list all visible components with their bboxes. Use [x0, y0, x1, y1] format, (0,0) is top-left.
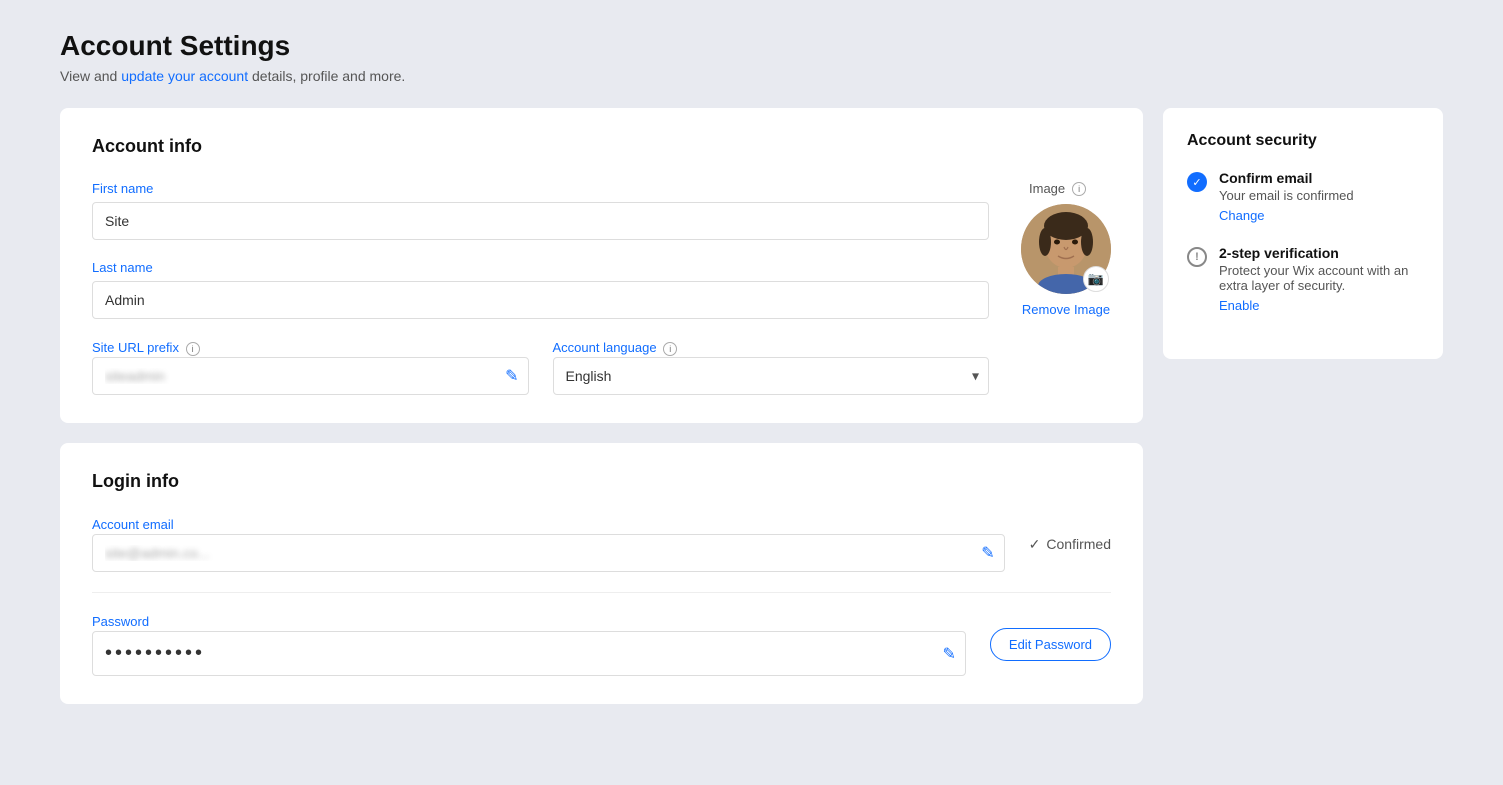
account-security-title: Account security	[1187, 132, 1419, 150]
password-field-group: Password ✎	[92, 613, 966, 676]
camera-icon: 📷	[1088, 271, 1104, 287]
image-section: Image i	[1021, 181, 1111, 317]
account-language-select[interactable]: English	[553, 357, 990, 395]
site-url-group: Site URL prefix i ✎	[92, 339, 529, 395]
first-name-input-wrapper	[92, 202, 989, 240]
last-name-label: Last name	[92, 260, 989, 275]
confirm-email-change-link[interactable]: Change	[1219, 208, 1265, 223]
email-input-wrapper: ✎	[92, 534, 1005, 572]
confirm-email-desc: Your email is confirmed	[1219, 188, 1354, 203]
first-name-label: First name	[92, 181, 989, 196]
confirm-email-item: ✓ Confirm email Your email is confirmed …	[1187, 170, 1419, 225]
last-name-group: Last name	[92, 260, 989, 319]
two-step-content: 2-step verification Protect your Wix acc…	[1219, 245, 1419, 315]
two-step-item: ! 2-step verification Protect your Wix a…	[1187, 245, 1419, 315]
site-url-info-icon: i	[186, 342, 200, 356]
login-form-section: Account email ✎ ✓ Confirmed Password	[92, 516, 1111, 676]
site-url-edit-icon[interactable]: ✎	[505, 366, 518, 386]
image-label-row: Image i	[1029, 181, 1086, 196]
email-field-group: Account email ✎	[92, 516, 1005, 572]
account-info-card: Account info First name Last name	[60, 108, 1143, 423]
avatar-wrapper: 📷	[1021, 204, 1111, 294]
page-title: Account Settings	[60, 30, 1443, 62]
account-language-group: Account language i English ▾	[553, 339, 990, 395]
email-edit-icon[interactable]: ✎	[981, 543, 994, 563]
confirmed-check-icon: ✓	[1029, 536, 1041, 553]
subtitle-link[interactable]: update your account	[121, 68, 248, 84]
two-step-desc: Protect your Wix account with an extra l…	[1219, 263, 1419, 293]
account-info-grid: First name Last name	[92, 181, 1111, 395]
url-language-row: Site URL prefix i ✎ Account language	[92, 339, 989, 395]
two-step-title: 2-step verification	[1219, 245, 1419, 261]
account-security-card: Account security ✓ Confirm email Your em…	[1163, 108, 1443, 359]
remove-image-link[interactable]: Remove Image	[1022, 302, 1110, 317]
login-info-card: Login info Account email ✎ ✓ Confirmed	[60, 443, 1143, 704]
password-row: Password ✎ Edit Password	[92, 613, 1111, 676]
site-url-label: Site URL prefix i	[92, 340, 200, 355]
email-row: Account email ✎ ✓ Confirmed	[92, 516, 1111, 593]
main-column: Account info First name Last name	[60, 108, 1143, 704]
account-language-info-icon: i	[663, 342, 677, 356]
first-name-input[interactable]	[92, 202, 989, 240]
password-edit-icon[interactable]: ✎	[943, 644, 956, 664]
page-subtitle: View and update your account details, pr…	[60, 68, 1443, 84]
two-step-warn-icon: !	[1187, 247, 1207, 267]
password-label: Password	[92, 614, 149, 629]
email-label: Account email	[92, 517, 174, 532]
password-input[interactable]	[92, 631, 966, 676]
confirm-email-check-icon: ✓	[1187, 172, 1207, 192]
confirm-email-content: Confirm email Your email is confirmed Ch…	[1219, 170, 1354, 225]
account-language-select-wrapper: English ▾	[553, 357, 990, 395]
login-info-title: Login info	[92, 471, 1111, 492]
last-name-input[interactable]	[92, 281, 989, 319]
account-info-title: Account info	[92, 136, 1111, 157]
account-info-fields: First name Last name	[92, 181, 989, 395]
confirm-email-title: Confirm email	[1219, 170, 1354, 186]
layout: Account info First name Last name	[60, 108, 1443, 704]
confirmed-badge: ✓ Confirmed	[1029, 536, 1111, 553]
image-info-icon: i	[1072, 182, 1086, 196]
site-url-input[interactable]	[92, 357, 529, 395]
last-name-input-wrapper	[92, 281, 989, 319]
account-language-label: Account language i	[553, 340, 678, 355]
camera-button[interactable]: 📷	[1083, 266, 1109, 292]
image-label-text: Image	[1029, 181, 1065, 196]
two-step-enable-link[interactable]: Enable	[1219, 298, 1259, 313]
site-url-input-wrapper: ✎	[92, 357, 529, 395]
first-name-group: First name	[92, 181, 989, 240]
email-input[interactable]	[92, 534, 1005, 572]
confirmed-text: Confirmed	[1046, 536, 1111, 552]
side-column: Account security ✓ Confirm email Your em…	[1163, 108, 1443, 359]
password-input-wrapper: ✎	[92, 631, 966, 676]
edit-password-button[interactable]: Edit Password	[990, 628, 1111, 661]
